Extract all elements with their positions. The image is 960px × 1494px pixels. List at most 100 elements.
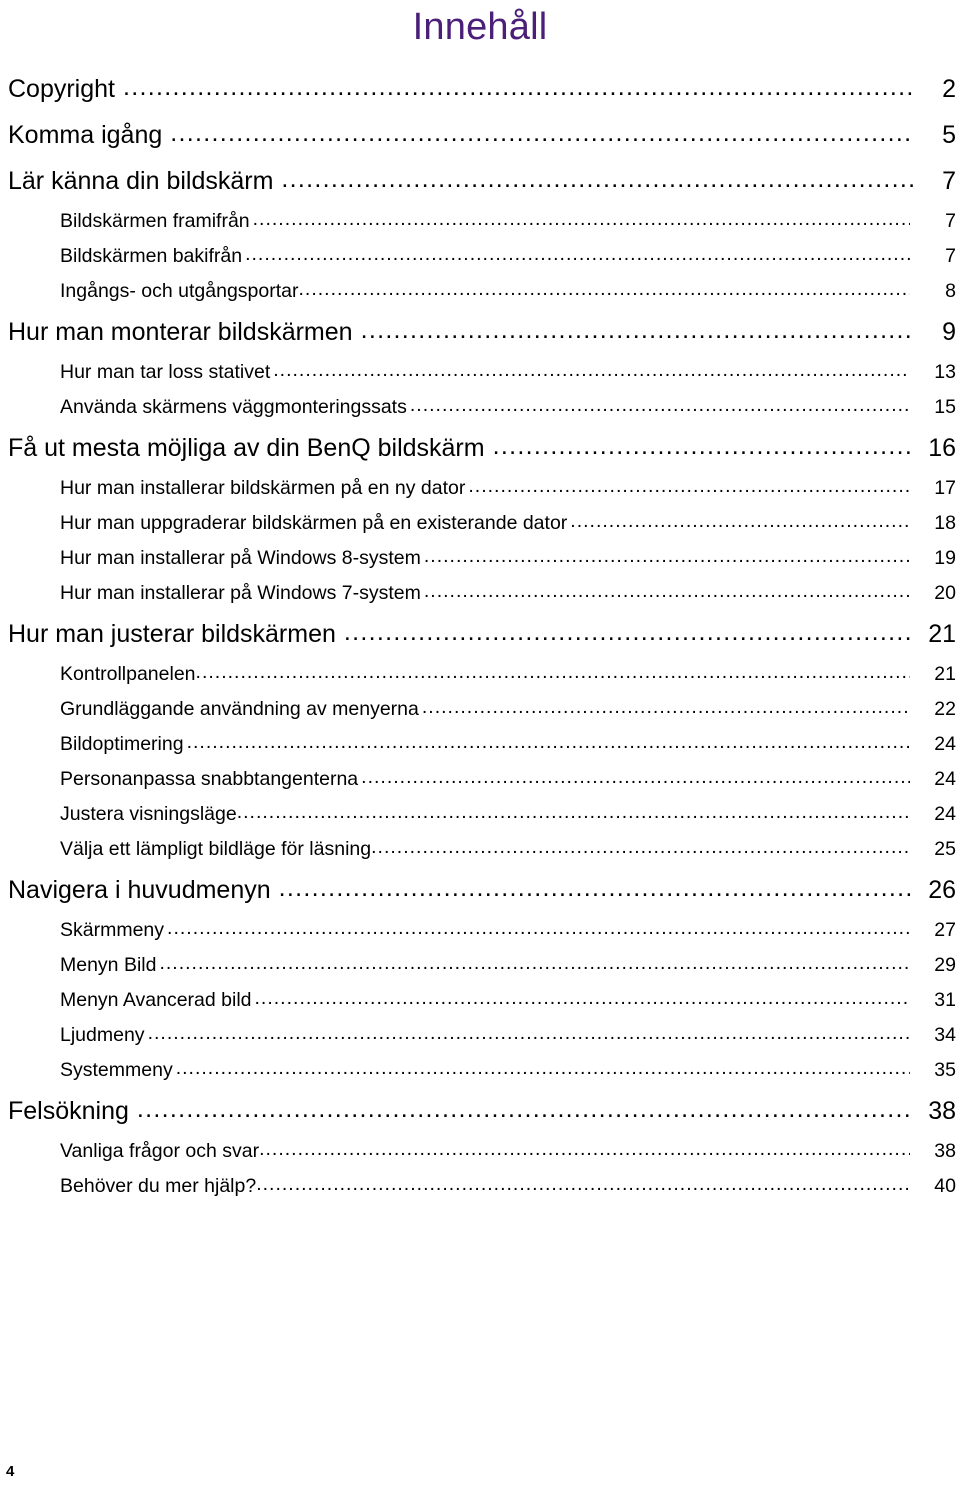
toc-entry-page-number: 26 (928, 876, 956, 904)
toc-entry-page-number: 15 (934, 396, 956, 418)
toc-entry[interactable]: Hur man installerar på Windows 7-system.… (0, 576, 956, 611)
toc-entry[interactable]: Hur man installerar på Windows 8-system.… (0, 541, 956, 576)
toc-entry-page-number: 18 (934, 512, 956, 534)
toc-entry[interactable]: Hur man justerar bildskärmen............… (0, 611, 956, 657)
toc-entry[interactable]: Kontrollpanelen.........................… (0, 657, 956, 692)
toc-entry-page-number: 5 (942, 121, 956, 149)
toc-entry-label: Navigera i huvudmenyn (8, 876, 271, 904)
toc-entry-label: Kontrollpanelen (60, 663, 196, 685)
toc-entry-label: Hur man tar loss stativet (60, 361, 271, 383)
toc-entry-label: Grundläggande användning av menyerna (60, 698, 419, 720)
toc-dot-leader: ........................................… (298, 278, 911, 301)
toc-dot-leader: ........................................… (252, 208, 910, 231)
toc-page: Innehåll Copyright......................… (0, 0, 960, 1494)
toc-dot-leader: ........................................… (360, 315, 913, 344)
page-title: Innehåll (412, 6, 548, 48)
toc-entry-label: Behöver du mer hjälp? (60, 1175, 257, 1197)
toc-dot-leader: ........................................… (167, 917, 910, 940)
toc-entry[interactable]: Systemmeny..............................… (0, 1053, 956, 1088)
toc-entry-page-number: 35 (934, 1059, 956, 1081)
toc-entry-page-number: 24 (934, 803, 956, 825)
toc-entry[interactable]: Använda skärmens väggmonteringssats.....… (0, 390, 956, 425)
toc-entry[interactable]: Bildskärmen framifrån...................… (0, 204, 956, 239)
toc-dot-leader: ........................................… (175, 1057, 910, 1080)
toc-entry[interactable]: Bildoptimering..........................… (0, 727, 956, 762)
toc-dot-leader: ........................................… (259, 1138, 910, 1161)
toc-entry-label: Copyright (8, 75, 115, 103)
toc-entry-page-number: 38 (928, 1097, 956, 1125)
toc-entry-label: Få ut mesta möjliga av din BenQ bildskär… (8, 434, 485, 462)
toc-entry[interactable]: Personanpassa snabbtangenterna..........… (0, 762, 956, 797)
toc-entry[interactable]: Få ut mesta möjliga av din BenQ bildskär… (0, 425, 956, 471)
toc-entry[interactable]: Justera visningsläge....................… (0, 797, 956, 832)
toc-entry[interactable]: Menyn Avancerad bild....................… (0, 983, 956, 1018)
toc-entry[interactable]: Navigera i huvudmenyn...................… (0, 867, 956, 913)
toc-entry-label: Bildskärmen framifrån (60, 210, 250, 232)
toc-entry-page-number: 34 (934, 1024, 956, 1046)
toc-entry-page-number: 19 (934, 547, 956, 569)
toc-entry-label: Lär känna din bildskärm (8, 167, 274, 195)
toc-dot-leader: ........................................… (245, 243, 910, 266)
toc-entry[interactable]: Felsökning..............................… (0, 1088, 956, 1134)
toc-entry[interactable]: Vanliga frågor och svar.................… (0, 1134, 956, 1169)
toc-entry[interactable]: Bildskärmen bakifrån....................… (0, 239, 956, 274)
toc-entry-label: Vanliga frågor och svar (60, 1140, 260, 1162)
toc-entry-label: Hur man installerar på Windows 7-system (60, 582, 421, 604)
toc-dot-leader: ........................................… (371, 836, 910, 859)
toc-entry-page-number: 21 (934, 663, 956, 685)
toc-entry[interactable]: Komma igång.............................… (0, 112, 956, 158)
toc-entry-label: Skärmmeny (60, 919, 165, 941)
toc-entry-label: Komma igång (8, 121, 163, 149)
toc-dot-leader: ........................................… (136, 1094, 913, 1123)
toc-entry-label: Personanpassa snabbtangenterna (60, 768, 359, 790)
toc-dot-leader: ........................................… (195, 661, 910, 684)
toc-entry-label: Hur man uppgraderar bildskärmen på en ex… (60, 512, 568, 534)
toc-entry[interactable]: Hur man installerar bildskärmen på en ny… (0, 471, 956, 506)
toc-dot-leader: ........................................… (278, 873, 913, 902)
toc-entry-page-number: 20 (934, 582, 956, 604)
toc-dot-leader: ........................................… (492, 431, 913, 460)
toc-entry[interactable]: Menyn Bild..............................… (0, 948, 956, 983)
toc-entry-page-number: 38 (934, 1140, 956, 1162)
toc-entry-page-number: 40 (934, 1175, 956, 1197)
toc-dot-leader: ........................................… (570, 510, 910, 533)
toc-dot-leader: ........................................… (421, 696, 910, 719)
toc-entry-label: Justera visningsläge (60, 803, 237, 825)
toc-entry[interactable]: Hur man uppgraderar bildskärmen på en ex… (0, 506, 956, 541)
toc-dot-leader: ........................................… (423, 580, 910, 603)
toc-entry-page-number: 27 (934, 919, 956, 941)
toc-entry-page-number: 7 (945, 245, 956, 267)
toc-entry-page-number: 7 (942, 167, 956, 195)
toc-entry[interactable]: Copyright...............................… (0, 66, 956, 112)
toc-entry-page-number: 2 (942, 75, 956, 103)
toc-entry-page-number: 24 (934, 768, 956, 790)
toc-entry[interactable]: Ljudmeny................................… (0, 1018, 956, 1053)
toc-entry-page-number: 17 (934, 477, 956, 499)
toc-dot-leader: ........................................… (186, 731, 910, 754)
toc-entry-label: Bildskärmen bakifrån (60, 245, 243, 267)
toc-entry-label: Ljudmeny (60, 1024, 145, 1046)
toc-entry[interactable]: Grundläggande användning av menyerna....… (0, 692, 956, 727)
toc-entry-page-number: 13 (934, 361, 956, 383)
toc-entry[interactable]: Skärmmeny...............................… (0, 913, 956, 948)
toc-entry[interactable]: Lär känna din bildskärm.................… (0, 158, 956, 204)
toc-entry-label: Välja ett lämpligt bildläge för läsning (60, 838, 372, 860)
toc-entry-page-number: 24 (934, 733, 956, 755)
toc-entry-label: Felsökning (8, 1097, 129, 1125)
toc-dot-leader: ........................................… (170, 118, 913, 147)
toc-entry-page-number: 22 (934, 698, 956, 720)
toc-entry[interactable]: Hur man monterar bildskärmen............… (0, 309, 956, 355)
toc-entry-label: Hur man justerar bildskärmen (8, 620, 336, 648)
toc-entry[interactable]: Hur man tar loss stativet...............… (0, 355, 956, 390)
toc-entry-page-number: 7 (945, 210, 956, 232)
toc-entry[interactable]: Behöver du mer hjälp?...................… (0, 1169, 956, 1204)
toc-dot-leader: ........................................… (343, 617, 913, 646)
toc-dot-leader: ........................................… (409, 394, 910, 417)
toc-dot-leader: ........................................… (273, 359, 910, 382)
toc-dot-leader: ........................................… (147, 1022, 910, 1045)
toc-entry-page-number: 31 (934, 989, 956, 1011)
toc-entry[interactable]: Välja ett lämpligt bildläge för läsning.… (0, 832, 956, 867)
toc-dot-leader: ........................................… (281, 164, 913, 193)
toc-entry-label: Hur man installerar bildskärmen på en ny… (60, 477, 466, 499)
toc-entry[interactable]: Ingångs- och utgångsportar..............… (0, 274, 956, 309)
